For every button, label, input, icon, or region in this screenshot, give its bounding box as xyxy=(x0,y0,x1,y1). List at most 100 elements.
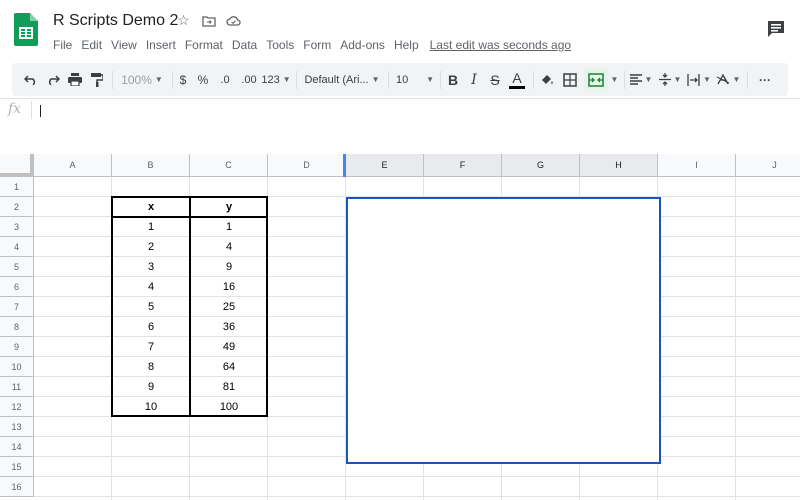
row-header-16[interactable]: 16 xyxy=(0,477,34,497)
font-size-value: 10 xyxy=(396,73,409,86)
paint-format-icon[interactable] xyxy=(88,63,106,96)
column-resize-handle[interactable] xyxy=(343,154,346,177)
sheets-logo-icon[interactable] xyxy=(14,13,38,46)
column-header-c[interactable]: C xyxy=(190,154,268,177)
borders-icon[interactable] xyxy=(561,63,579,96)
menu-insert[interactable]: Insert xyxy=(146,38,176,52)
text-color-button[interactable]: A xyxy=(508,63,526,96)
toolbar-divider xyxy=(296,71,297,89)
toolbar-divider xyxy=(747,71,748,89)
last-edit-link[interactable]: Last edit was seconds ago xyxy=(430,38,571,52)
menu-data[interactable]: Data xyxy=(232,38,257,52)
more-options-button[interactable]: ··· xyxy=(754,63,776,96)
menu-file[interactable]: File xyxy=(53,38,72,52)
more-formats-button[interactable]: 123 ▼ xyxy=(261,63,290,96)
merge-cells-icon[interactable] xyxy=(584,68,608,91)
star-icon[interactable]: ☆ xyxy=(175,12,192,29)
row-header-8[interactable]: 8 xyxy=(0,317,34,337)
menu-tools[interactable]: Tools xyxy=(266,38,294,52)
chevron-down-icon: ▼ xyxy=(703,75,711,84)
column-header-d[interactable]: D xyxy=(268,154,346,177)
move-to-folder-icon[interactable] xyxy=(200,12,217,29)
column-header-h[interactable]: H xyxy=(580,154,658,177)
chevron-down-icon: ▼ xyxy=(673,75,682,84)
menu-edit[interactable]: Edit xyxy=(81,38,102,52)
row-header-7[interactable]: 7 xyxy=(0,297,34,317)
cloud-status-icon[interactable] xyxy=(225,12,242,29)
font-family-select[interactable]: Default (Ari... ▼ xyxy=(302,63,382,96)
text-cursor xyxy=(40,105,41,117)
menu-bar: File Edit View Insert Format Data Tools … xyxy=(53,38,580,52)
toolbar-divider xyxy=(388,71,389,89)
increase-decimal-button[interactable]: .00 xyxy=(238,63,260,96)
chevron-down-icon: ▼ xyxy=(426,75,434,84)
comments-icon[interactable] xyxy=(766,19,786,39)
horizontal-align-icon[interactable]: ▼ xyxy=(628,63,654,96)
grid-line xyxy=(735,177,736,500)
grid-line xyxy=(34,496,800,497)
column-header-g[interactable]: G xyxy=(502,154,580,177)
font-size-select[interactable]: 10 ▼ xyxy=(392,63,436,96)
row-header-12[interactable]: 12 xyxy=(0,397,34,417)
toolbar-divider xyxy=(624,71,625,89)
menu-help[interactable]: Help xyxy=(394,38,419,52)
formula-bar: fx xyxy=(0,98,800,152)
toolbar: 100% ▼ $ % .0 .00 123 ▼ Default (Ari... ▼ 1… xyxy=(12,63,788,96)
row-header-4[interactable]: 4 xyxy=(0,237,34,257)
strikethrough-button[interactable]: S xyxy=(486,63,504,96)
row-header-14[interactable]: 14 xyxy=(0,437,34,457)
row-header-9[interactable]: 9 xyxy=(0,337,34,357)
italic-button[interactable]: I xyxy=(465,63,483,96)
row-header-3[interactable]: 3 xyxy=(0,217,34,237)
merge-cells-menu[interactable]: ▼ xyxy=(608,63,619,96)
undo-icon[interactable] xyxy=(22,63,40,96)
text-color-letter: A xyxy=(512,69,522,86)
column-header-a[interactable]: A xyxy=(34,154,112,177)
chevron-down-icon: ▼ xyxy=(154,75,163,84)
toolbar-divider xyxy=(112,71,113,89)
fx-icon: fx xyxy=(8,101,22,117)
formula-divider xyxy=(31,101,32,119)
row-header-2[interactable]: 2 xyxy=(0,197,34,217)
column-header-i[interactable]: I xyxy=(658,154,736,177)
grid-line xyxy=(34,476,800,477)
menu-addons[interactable]: Add-ons xyxy=(340,38,385,52)
row-header-10[interactable]: 10 xyxy=(0,357,34,377)
percent-format-button[interactable]: % xyxy=(196,63,210,96)
row-header-15[interactable]: 15 xyxy=(0,457,34,477)
menu-format[interactable]: Format xyxy=(185,38,223,52)
row-header-13[interactable]: 13 xyxy=(0,417,34,437)
column-header-e[interactable]: E xyxy=(346,154,424,177)
row-header-6[interactable]: 6 xyxy=(0,277,34,297)
column-header-f[interactable]: F xyxy=(424,154,502,177)
menu-form[interactable]: Form xyxy=(303,38,331,52)
text-wrapping-icon[interactable]: ▼ xyxy=(686,63,712,96)
row-header-1[interactable]: 1 xyxy=(0,177,34,197)
select-all-corner[interactable] xyxy=(0,154,34,177)
toolbar-divider xyxy=(440,71,441,89)
formula-input[interactable] xyxy=(40,101,780,119)
toolbar-divider xyxy=(172,71,173,89)
vertical-align-icon[interactable]: ▼ xyxy=(657,63,683,96)
currency-format-button[interactable]: $ xyxy=(176,63,190,96)
redo-icon[interactable] xyxy=(44,63,62,96)
chevron-down-icon: ▼ xyxy=(644,75,653,84)
chart-placeholder[interactable] xyxy=(346,197,661,464)
document-title[interactable]: R Scripts Demo 2 xyxy=(53,12,178,30)
zoom-select[interactable]: 100% ▼ xyxy=(118,63,166,96)
bold-button[interactable]: B xyxy=(444,63,462,96)
menu-view[interactable]: View xyxy=(111,38,137,52)
row-header-5[interactable]: 5 xyxy=(0,257,34,277)
decrease-decimal-button[interactable]: .0 xyxy=(216,63,234,96)
row-header-11[interactable]: 11 xyxy=(0,377,34,397)
text-color-swatch xyxy=(509,85,525,89)
toolbar-divider xyxy=(533,71,534,89)
column-header-j[interactable]: J xyxy=(736,154,800,177)
chevron-down-icon: ▼ xyxy=(371,75,380,84)
column-header-b[interactable]: B xyxy=(112,154,190,177)
zoom-value: 100% xyxy=(121,72,152,87)
text-rotation-icon[interactable]: ▼ xyxy=(715,63,741,96)
fill-color-icon[interactable] xyxy=(538,63,556,96)
chevron-down-icon: ▼ xyxy=(732,75,741,84)
print-icon[interactable] xyxy=(66,63,84,96)
